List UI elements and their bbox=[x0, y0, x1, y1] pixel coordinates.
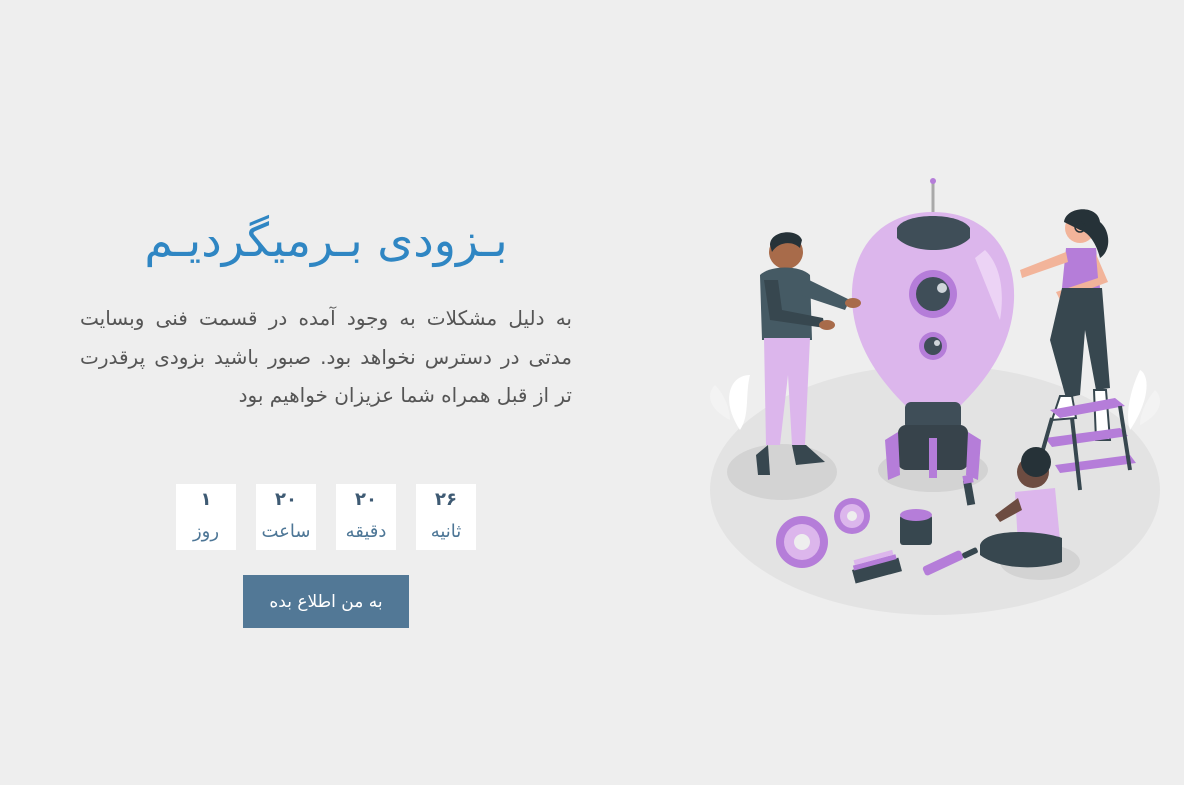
page-description: به دلیل مشکلات به وجود آمده در قسمت فنی … bbox=[80, 306, 572, 407]
paint-can-top bbox=[900, 509, 932, 521]
page-title: بـزودی بـرمیگردیـم bbox=[144, 213, 508, 267]
countdown-seconds: ۲۶ ثانیه bbox=[416, 484, 476, 550]
rocket-team-illustration bbox=[710, 178, 1160, 615]
countdown-minutes-label: دقیقه bbox=[345, 521, 387, 542]
countdown-days-label: روز bbox=[192, 521, 220, 542]
gear-large bbox=[776, 516, 828, 568]
rocket-antenna-tip bbox=[930, 178, 936, 184]
countdown-seconds-label: ثانیه bbox=[430, 521, 462, 542]
rocket-window-large-glare bbox=[937, 283, 947, 293]
text-column: بـزودی بـرمیگردیـم به دلیل مشکلات به وجو… bbox=[80, 205, 572, 415]
countdown-days-value: ۱ bbox=[200, 489, 212, 510]
countdown-hours-label: ساعت bbox=[261, 521, 311, 542]
gear-small bbox=[834, 498, 870, 534]
man-hand bbox=[845, 298, 861, 308]
rocket-fin-center bbox=[929, 438, 937, 478]
shadow-man bbox=[727, 444, 837, 500]
notify-me-button[interactable]: به من اطلاع بده bbox=[243, 575, 409, 628]
countdown-seconds-value: ۲۶ bbox=[435, 489, 457, 510]
woman-pants bbox=[1050, 288, 1110, 398]
rocket-window-small-glare bbox=[934, 340, 940, 346]
rocket-window-large bbox=[916, 277, 950, 311]
countdown-days: ۱ روز bbox=[176, 484, 236, 550]
countdown-minutes-value: ۲۰ bbox=[355, 489, 377, 510]
paint-brush-tip bbox=[962, 474, 974, 484]
rocket-cap bbox=[897, 216, 970, 250]
countdown-hours: ۲۰ ساعت bbox=[256, 484, 316, 550]
rocket-window-small bbox=[924, 337, 942, 355]
man-hand-front bbox=[819, 320, 835, 330]
leaf-left-2 bbox=[710, 385, 730, 420]
countdown-minutes: ۲۰ دقیقه bbox=[336, 484, 396, 550]
countdown-timer: ۱ روز ۲۰ ساعت ۲۰ دقیقه ۲۶ ثانیه bbox=[176, 484, 476, 550]
sitting-person-hair bbox=[1021, 447, 1051, 477]
countdown-hours-value: ۲۰ bbox=[275, 489, 297, 510]
woman-arm bbox=[1020, 252, 1068, 278]
coming-soon-page: بـزودی بـرمیگردیـم به دلیل مشکلات به وجو… bbox=[0, 0, 1184, 785]
